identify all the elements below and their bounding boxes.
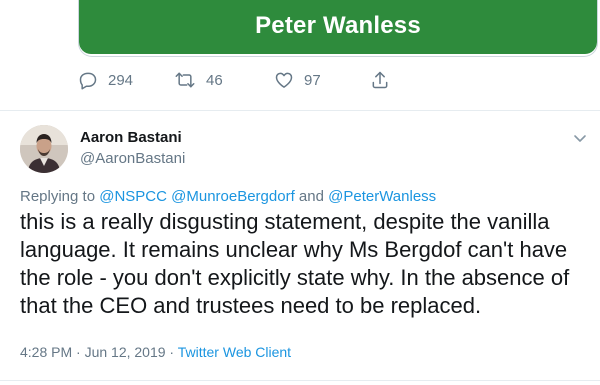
replying-prefix: Replying to bbox=[20, 188, 96, 205]
mention-link-nspcc[interactable]: @NSPCC bbox=[99, 188, 167, 205]
replying-to: Replying to @NSPCC @MunroeBergdorf and @… bbox=[20, 188, 436, 205]
bottom-divider bbox=[0, 380, 600, 381]
reply-count: 294 bbox=[108, 71, 134, 89]
share-button[interactable] bbox=[370, 70, 390, 90]
tweet-client-link[interactable]: Twitter Web Client bbox=[178, 344, 291, 360]
retweet-button[interactable]: 46 bbox=[174, 70, 223, 90]
like-button[interactable]: 97 bbox=[274, 70, 321, 90]
embedded-card[interactable]: Peter Wanless bbox=[78, 0, 598, 57]
author-name[interactable]: Aaron Bastani bbox=[80, 129, 182, 146]
tweet-divider bbox=[0, 110, 600, 111]
card-title: Peter Wanless bbox=[255, 12, 421, 39]
retweet-icon bbox=[174, 70, 196, 90]
retweet-count: 46 bbox=[206, 71, 223, 89]
mention-link-peterwanless[interactable]: @PeterWanless bbox=[328, 188, 436, 205]
author-handle[interactable]: @AaronBastani bbox=[80, 150, 185, 167]
tweet-meta: 4:28 PM · Jun 12, 2019 · Twitter Web Cli… bbox=[20, 344, 291, 360]
heart-icon bbox=[274, 70, 294, 90]
mention-and: and bbox=[298, 188, 324, 205]
tweet-text: this is a really disgusting statement, d… bbox=[20, 209, 570, 318]
avatar[interactable] bbox=[20, 125, 68, 173]
like-count: 97 bbox=[304, 71, 321, 89]
reply-icon bbox=[78, 70, 98, 90]
reply-button[interactable]: 294 bbox=[78, 70, 133, 90]
tweet-timestamp[interactable]: 4:28 PM · Jun 12, 2019 · bbox=[20, 344, 174, 360]
mention-link-munroebergdorf[interactable]: @MunroeBergdorf bbox=[171, 188, 295, 205]
chevron-down-icon[interactable] bbox=[570, 128, 590, 148]
card-banner: Peter Wanless bbox=[79, 0, 597, 54]
share-icon bbox=[370, 70, 390, 90]
